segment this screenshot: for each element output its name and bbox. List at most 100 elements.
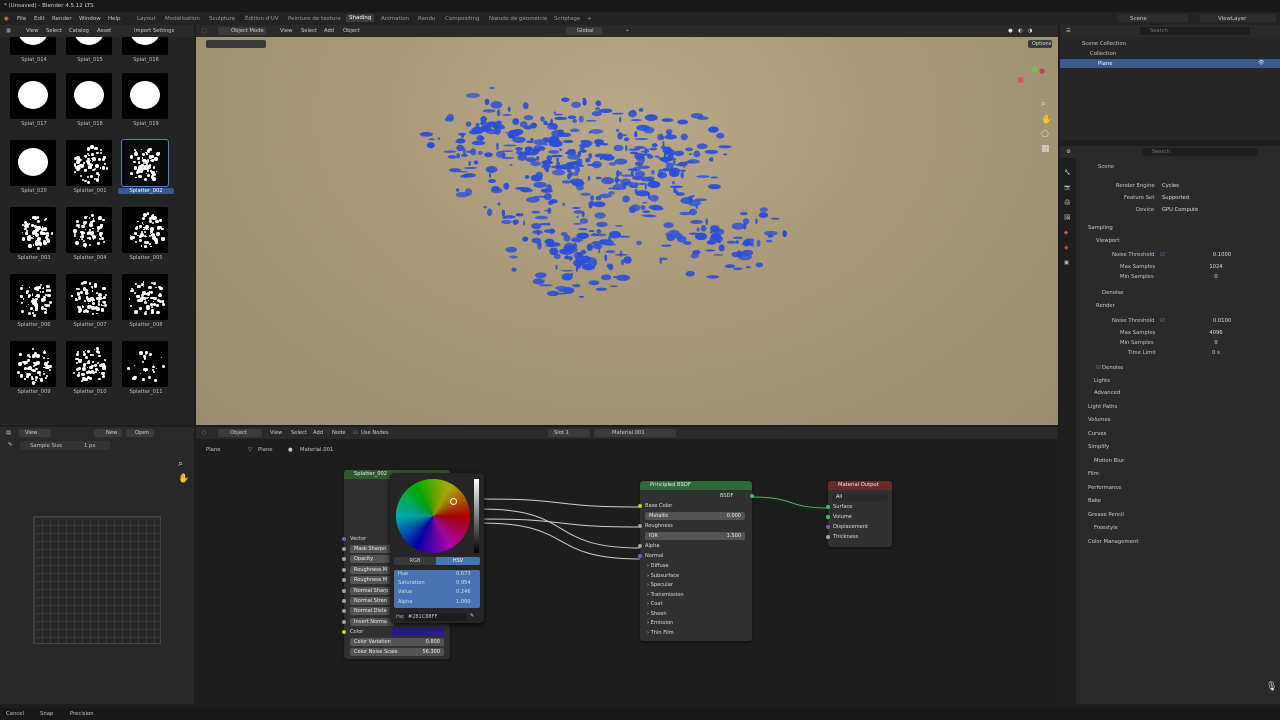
asset-label[interactable]: Splatter_011 [118,389,174,395]
asset-menu-asset[interactable]: Asset [97,28,111,34]
image-canvas[interactable] [33,516,161,644]
bsdf-panel-toggle[interactable]: › Diffuse [647,563,669,569]
tab-layout[interactable]: Layout [137,16,156,22]
asset-label[interactable]: Splatter_004 [62,255,118,261]
zoom-icon[interactable]: ⌕ [1041,99,1046,109]
bsdf-panel-toggle[interactable]: › Emission [647,620,673,626]
render-tab-icon[interactable]: 📷 [1064,185,1071,191]
bsdf-panel-toggle[interactable]: › Sheen [647,611,667,617]
asset-label[interactable]: Splatter_002 [118,188,174,194]
splatter-input-field[interactable]: Mask Sharpn [350,545,394,553]
asset-thumbnail[interactable] [10,341,56,387]
view-layer-tab-icon[interactable]: 🖼 [1064,215,1071,221]
splatter-input-field[interactable]: Roughness M [350,576,394,585]
asset-label[interactable]: Splatter_010 [62,389,118,395]
material-output-header[interactable]: Material Output [828,481,892,490]
asset-thumbnail[interactable] [121,139,169,187]
shading-rendered-icon[interactable]: ◑ [1028,28,1033,34]
volume-socket[interactable] [826,515,830,519]
displacement-socket[interactable] [826,525,830,529]
tab-uv-editing[interactable]: Édition d'UV [245,16,279,22]
tab-geometry-nodes[interactable]: Nœuds de géométrie [489,16,547,22]
add-workspace-icon[interactable]: + [587,16,592,22]
asset-label[interactable]: Splatter_007 [62,322,118,328]
snap-icon[interactable]: ⌖ [626,28,629,35]
asset-thumbnail[interactable] [122,274,168,320]
asset-label[interactable]: Splat_014 [6,57,62,63]
splatter-input-socket[interactable] [342,588,346,593]
splatter-input-socket[interactable] [342,599,346,603]
normal-socket[interactable] [638,554,642,558]
asset-label[interactable]: Splatter_001 [62,188,118,194]
viewport-subsection[interactable]: Viewport [1096,238,1119,244]
asset-thumbnail[interactable] [66,37,112,55]
asset-thumbnail[interactable] [122,341,168,387]
vp-min-samples-field[interactable]: 0 [1158,273,1274,281]
metallic-field[interactable]: Metallic 0.000 [645,512,745,520]
splatter-input-field[interactable]: Normal Stren [350,597,394,605]
section-curves[interactable]: Curves [1088,431,1106,437]
alpha-value[interactable]: 1.000 [456,599,471,605]
node-menu-select[interactable]: Select [291,430,307,436]
vector-socket[interactable] [342,537,346,541]
viewport-menu-object[interactable]: Object [343,28,360,34]
menu-help[interactable]: Help [108,16,121,22]
camera-icon[interactable]: ⎔ [1041,130,1049,140]
vp-noise-threshold-field[interactable]: 0.1000 [1170,251,1274,259]
color-noise-field[interactable]: Color Noise Scale 56.300 [350,648,444,656]
viewport-menu-add[interactable]: Add [324,28,334,34]
section-grease-pencil[interactable]: Grease Pencil [1088,512,1124,518]
gizmo-y-axis-icon[interactable]: ● [1031,65,1038,74]
gizmo-x-axis-icon[interactable]: ● [1017,75,1024,84]
principled-bsdf-node[interactable]: Principled BSDF BSDF Base Color Metallic… [638,481,754,641]
select-tools[interactable] [206,40,266,48]
collection-tab-icon[interactable]: ▣ [1064,260,1069,266]
viewport-canvas[interactable]: Options ● ● ● ⌕ ✋ ⎔ ▦ [196,37,1058,425]
ior-field[interactable]: IOR 1.500 [645,532,745,540]
scene-selector[interactable] [1118,14,1188,22]
splatter-input-socket[interactable] [342,578,346,583]
bsdf-panel-toggle[interactable]: › Transmission [647,592,684,598]
vp-denoise-section[interactable]: Denoise [1102,290,1123,296]
splatter-input-field[interactable]: Normal Sharp [350,586,394,595]
asset-thumbnail[interactable] [122,37,168,55]
roughness-socket[interactable] [638,524,642,528]
section-film[interactable]: Film [1088,471,1099,477]
bsdf-output-socket[interactable] [750,494,754,498]
tab-scripting[interactable]: Scriptage [554,16,580,22]
image-zoom-icon[interactable]: ⌕ [178,459,183,469]
color-socket[interactable] [342,630,346,634]
import-settings-button[interactable]: Import Settings [134,28,174,34]
tab-texture-paint[interactable]: Peinture de texture [288,16,341,22]
section-motion-blur[interactable]: Motion Blur [1094,458,1124,464]
output-tab-icon[interactable]: 🖨 [1064,200,1071,206]
material-output-node[interactable]: Material Output All Surface Volume Displ… [826,481,892,547]
asset-thumbnail[interactable] [122,207,168,253]
scene-tab-icon[interactable]: ◆ [1064,230,1068,236]
splatter-input-socket[interactable] [342,547,346,551]
section-simplify[interactable]: Simplify [1088,444,1109,450]
shading-solid-icon[interactable]: ● [1008,28,1013,34]
blender-logo-icon[interactable]: ◉ [4,16,9,22]
r-noise-threshold-field[interactable]: 0.0100 [1170,317,1274,325]
base-color-socket[interactable] [638,504,642,508]
bsdf-panel-toggle[interactable]: › Thin Film [647,630,674,636]
color-swatch[interactable] [392,628,444,636]
render-subsection[interactable]: Render [1096,303,1115,309]
editor-type-icon[interactable]: ▦ [6,28,11,34]
splatter-input-socket[interactable] [342,609,346,614]
asset-label[interactable]: Splatter_003 [6,255,62,261]
asset-label[interactable]: Splat_015 [62,57,118,63]
section-volumes[interactable]: Volumes [1088,417,1110,423]
sampling-section[interactable]: Sampling [1088,225,1113,231]
asset-thumbnail[interactable] [122,73,168,119]
rgb-tab[interactable]: RGB [394,557,436,565]
asset-label[interactable]: Splat_019 [118,121,174,127]
asset-label[interactable]: Splatter_006 [6,322,62,328]
menu-file[interactable]: File [17,16,26,22]
hex-input[interactable]: #281C88FF [404,613,466,621]
grid-icon[interactable]: ▦ [1041,144,1050,154]
gizmo-z-axis-icon[interactable]: ● [1039,67,1045,75]
asset-thumbnail[interactable] [10,274,56,320]
tool-tab-icon[interactable]: 🔧 [1064,170,1071,176]
